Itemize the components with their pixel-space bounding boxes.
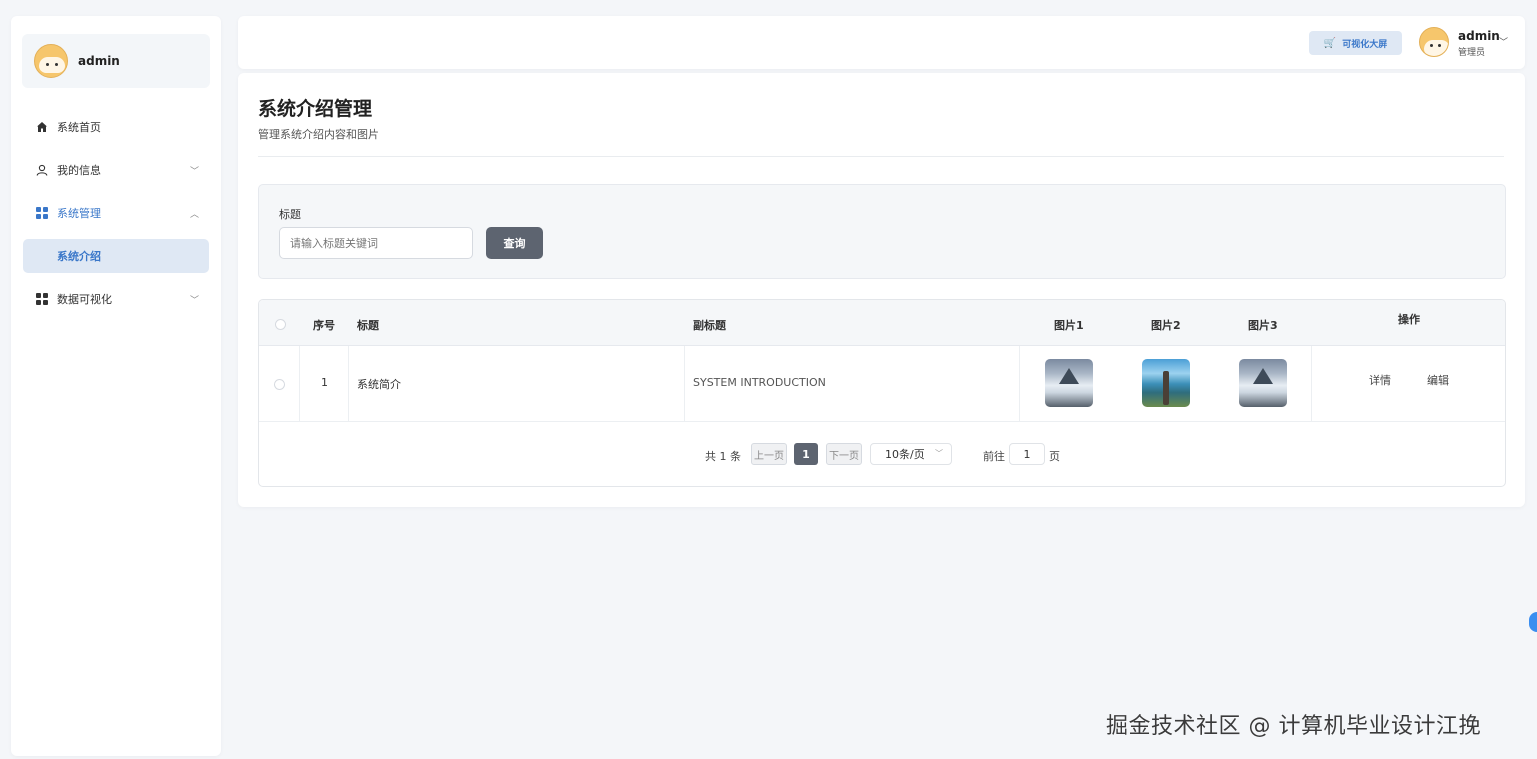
divider bbox=[258, 156, 1504, 157]
watermark: 掘金技术社区 @ 计算机毕业设计江挽 bbox=[1106, 714, 1481, 739]
sidebar-menu: 系统首页 我的信息 ﹀ 系统管理 ︿ 系统介绍 数据可视化 ﹀ bbox=[23, 110, 209, 325]
top-header: 🛒 可视化大屏 admin 管理员 ﹀ bbox=[238, 16, 1525, 69]
header-user-role: 管理员 bbox=[1458, 48, 1486, 58]
user-icon bbox=[35, 163, 49, 177]
home-icon bbox=[35, 120, 49, 134]
table-row: 1 系统简介 SYSTEM INTRODUCTION 详情 编辑 bbox=[259, 346, 1505, 422]
column-header-image3: 图片3 bbox=[1248, 319, 1278, 332]
pagination-page-1[interactable]: 1 bbox=[794, 443, 818, 465]
column-header-image2: 图片2 bbox=[1151, 319, 1181, 332]
main-card: 系统介绍管理 管理系统介绍内容和图片 标题 查询 序号 标题 副标题 图片1 图… bbox=[238, 73, 1525, 507]
page-title: 系统介绍管理 bbox=[258, 98, 373, 120]
floating-assist-button[interactable] bbox=[1529, 612, 1537, 632]
header-avatar[interactable] bbox=[1419, 27, 1449, 57]
column-header-image1: 图片1 bbox=[1054, 319, 1084, 332]
select-all-checkbox[interactable] bbox=[275, 319, 286, 330]
row-image3-thumbnail[interactable] bbox=[1239, 359, 1287, 407]
column-header-index: 序号 bbox=[313, 319, 335, 332]
header-user-name[interactable]: admin bbox=[1458, 29, 1500, 43]
pagination-goto-prefix: 前往 bbox=[983, 450, 1005, 463]
sidebar-user-card: admin bbox=[22, 34, 210, 88]
chevron-down-icon: ﹀ bbox=[189, 296, 199, 306]
row-subtitle: SYSTEM INTRODUCTION bbox=[693, 376, 826, 389]
sidebar-item-label: 我的信息 bbox=[57, 164, 101, 177]
cart-icon: 🛒 bbox=[1323, 37, 1337, 49]
avatar bbox=[34, 44, 68, 78]
visualization-screen-button[interactable]: 🛒 可视化大屏 bbox=[1309, 31, 1402, 55]
pagination-total: 共 1 条 bbox=[705, 450, 741, 463]
grid-icon bbox=[35, 292, 49, 306]
sidebar-item-label: 系统首页 bbox=[57, 121, 101, 134]
avatar bbox=[1419, 27, 1449, 57]
pagination-goto-suffix: 页 bbox=[1049, 450, 1060, 463]
search-label: 标题 bbox=[279, 208, 301, 221]
sidebar-subitem-system-intro[interactable]: 系统介绍 bbox=[23, 239, 209, 273]
sidebar-item-label: 系统管理 bbox=[57, 207, 101, 220]
search-button[interactable]: 查询 bbox=[486, 227, 543, 259]
sidebar-item-label: 数据可视化 bbox=[57, 293, 112, 306]
pagination-prev-button[interactable]: 上一页 bbox=[751, 443, 787, 465]
sidebar-item-system-management[interactable]: 系统管理 ︿ bbox=[23, 196, 209, 230]
row-image2-thumbnail[interactable] bbox=[1142, 359, 1190, 407]
chevron-up-icon: ︿ bbox=[189, 210, 199, 220]
pagination-goto-input[interactable]: 1 bbox=[1009, 443, 1045, 465]
data-table: 序号 标题 副标题 图片1 图片2 图片3 操作 1 系统简介 SYSTEM I… bbox=[258, 299, 1506, 487]
table-header: 序号 标题 副标题 图片1 图片2 图片3 操作 bbox=[259, 300, 1505, 346]
row-title: 系统简介 bbox=[357, 378, 401, 391]
page-subtitle: 管理系统介绍内容和图片 bbox=[258, 128, 379, 141]
chevron-down-icon: ﹀ bbox=[189, 167, 199, 177]
pagination: 共 1 条 上一页 1 下一页 10条/页 ﹀ 前往 1 页 bbox=[259, 440, 1505, 470]
column-header-actions: 操作 bbox=[1398, 313, 1420, 326]
chevron-down-icon[interactable]: ﹀ bbox=[1499, 35, 1508, 48]
chevron-down-icon: ﹀ bbox=[935, 449, 943, 458]
sidebar-item-home[interactable]: 系统首页 bbox=[23, 110, 209, 144]
row-image1-thumbnail[interactable] bbox=[1045, 359, 1093, 407]
column-header-subtitle: 副标题 bbox=[693, 319, 726, 332]
column-header-title: 标题 bbox=[357, 319, 379, 332]
page-size-select[interactable]: 10条/页 ﹀ bbox=[870, 443, 952, 465]
row-index: 1 bbox=[321, 376, 328, 389]
search-panel: 标题 查询 bbox=[258, 184, 1506, 279]
pagination-next-button[interactable]: 下一页 bbox=[826, 443, 862, 465]
visualization-screen-label: 可视化大屏 bbox=[1342, 39, 1388, 50]
sidebar-item-data-visualization[interactable]: 数据可视化 ﹀ bbox=[23, 282, 209, 316]
row-edit-link[interactable]: 编辑 bbox=[1427, 372, 1449, 388]
grid-icon bbox=[35, 206, 49, 220]
page-size-value: 10条/页 bbox=[885, 448, 925, 461]
search-input[interactable] bbox=[279, 227, 473, 259]
row-detail-link[interactable]: 详情 bbox=[1369, 372, 1391, 388]
sidebar: admin 系统首页 我的信息 ﹀ 系统管理 ︿ 系统介绍 数据可视化 ﹀ bbox=[11, 16, 221, 756]
sidebar-item-my-info[interactable]: 我的信息 ﹀ bbox=[23, 153, 209, 187]
row-checkbox[interactable] bbox=[274, 379, 285, 390]
sidebar-user-name: admin bbox=[78, 54, 120, 68]
